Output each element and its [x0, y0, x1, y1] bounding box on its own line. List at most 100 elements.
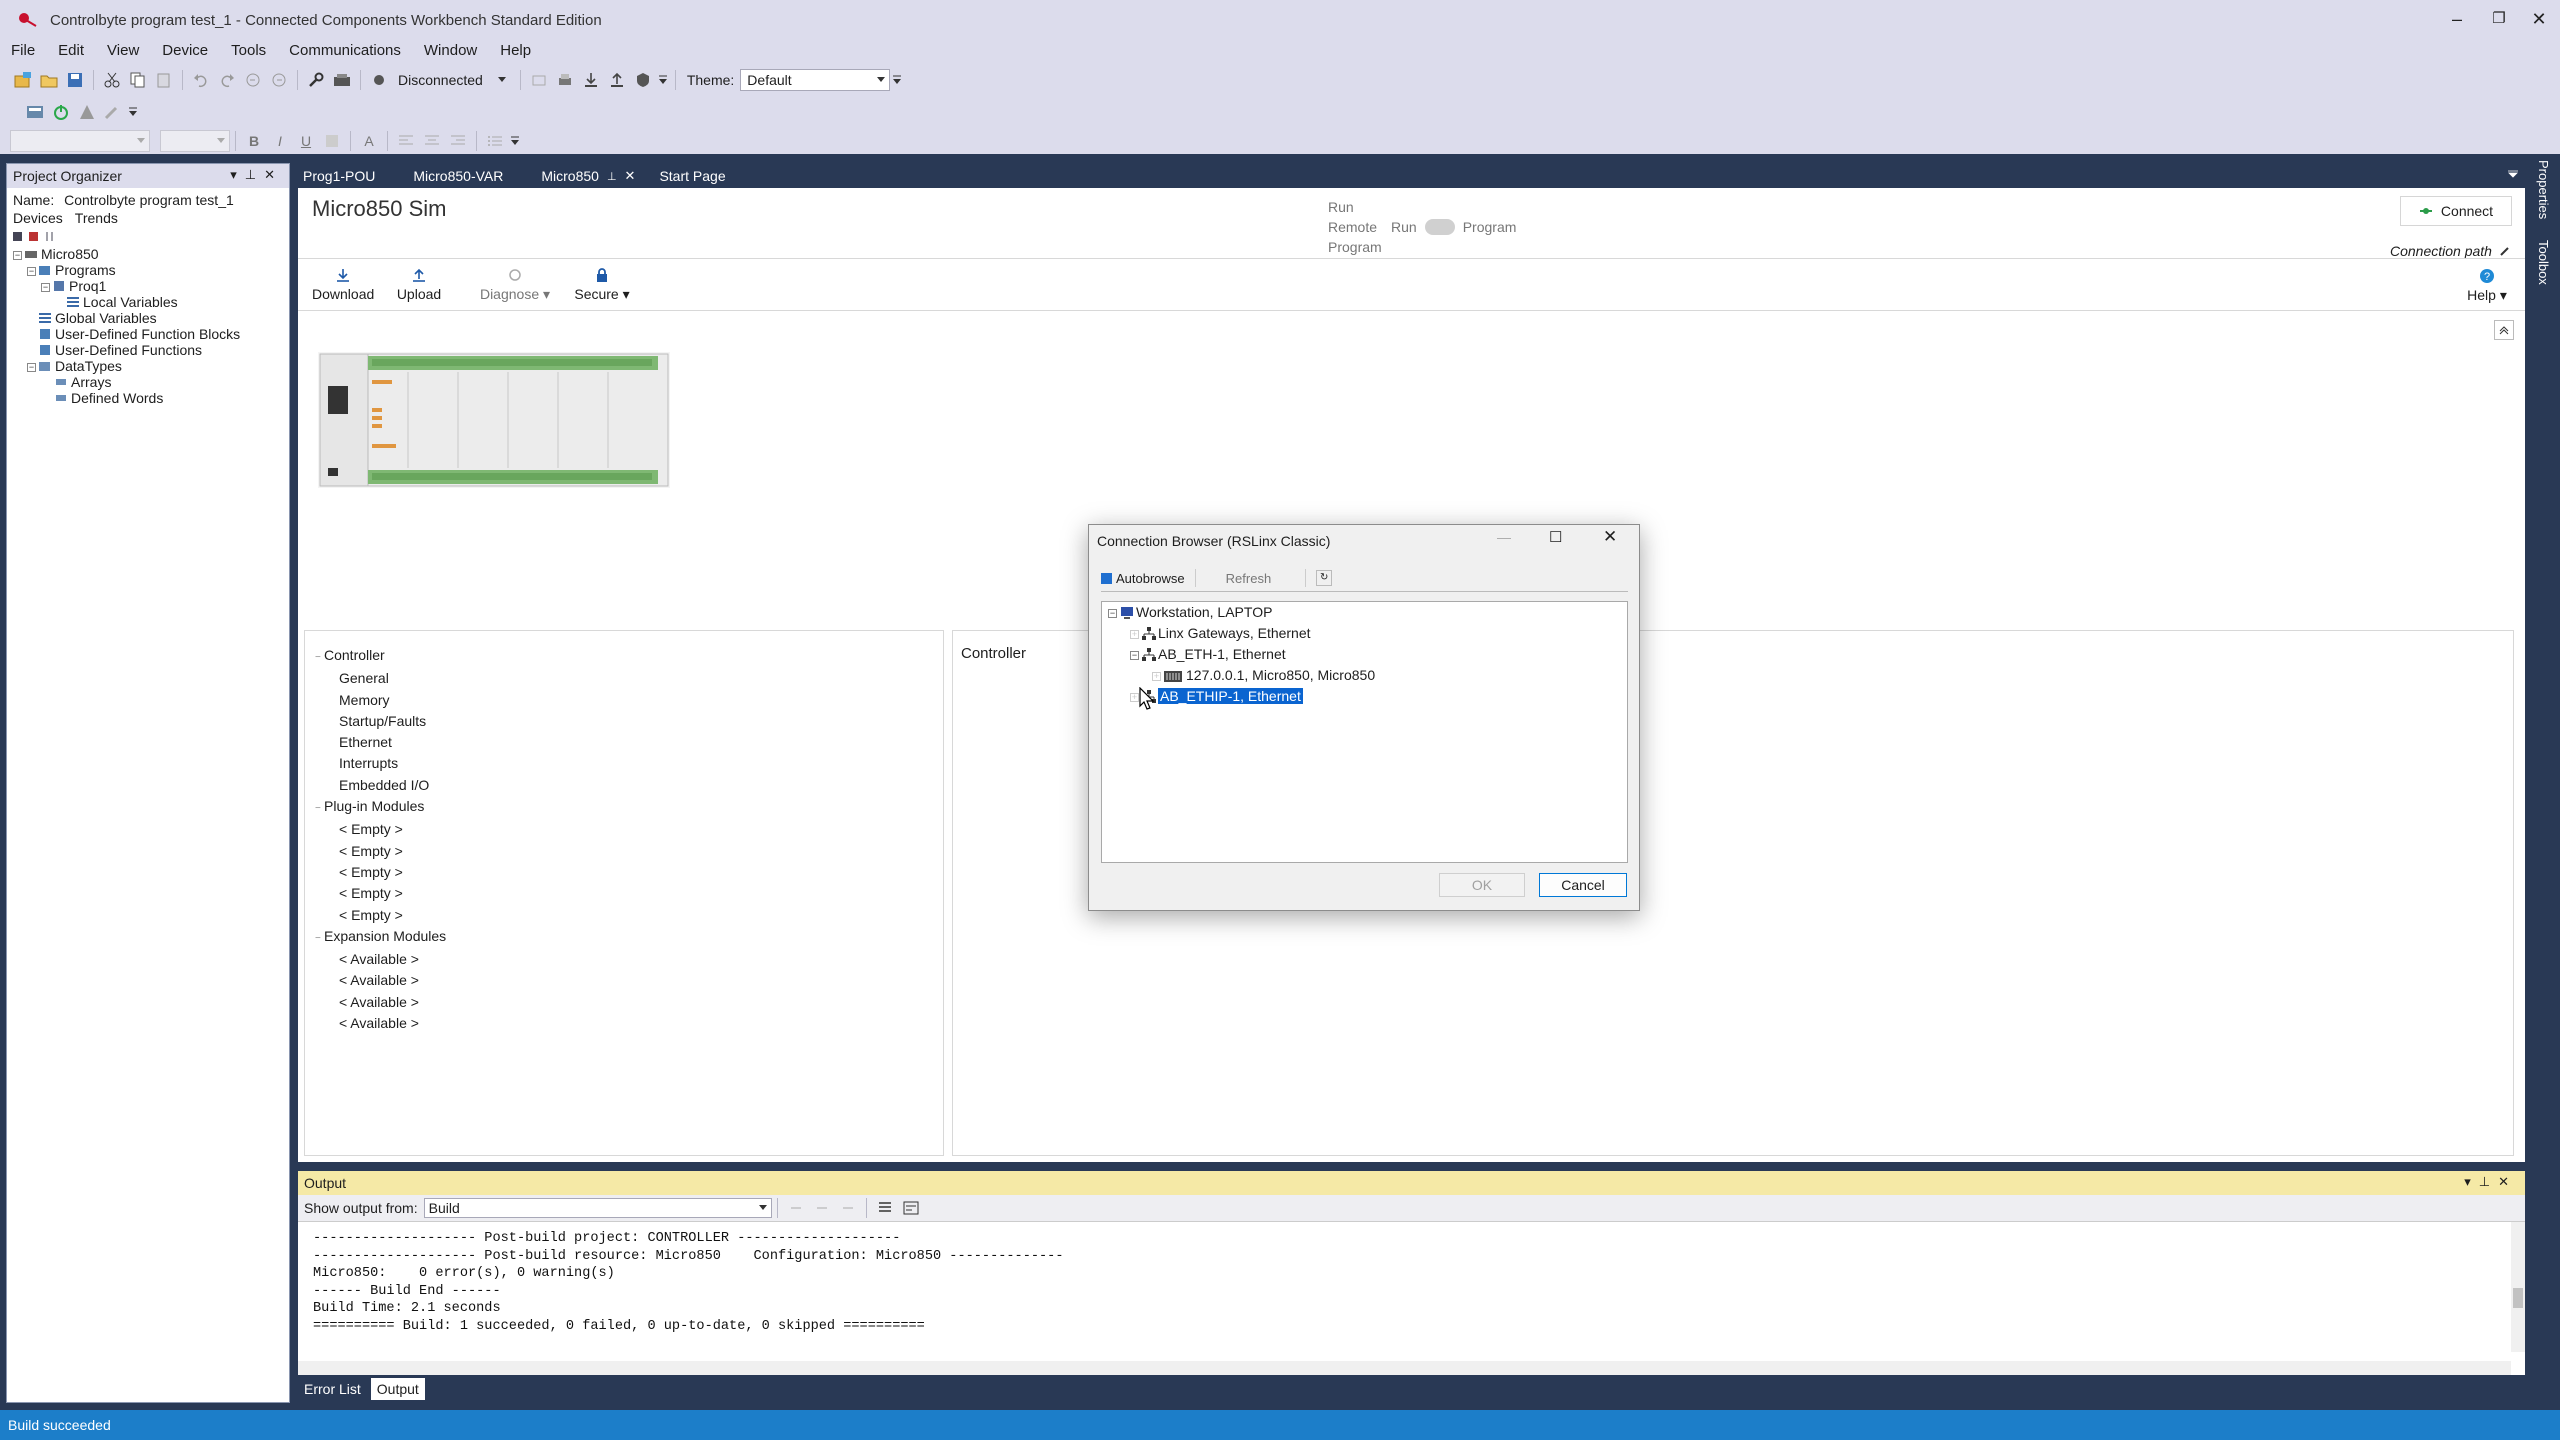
tree-node-ab-eth[interactable]: − AB_ETH-1, Ethernet	[1108, 644, 1375, 665]
expansion-slot[interactable]: < Available >	[315, 992, 943, 1013]
menu-help[interactable]: Help	[489, 38, 543, 63]
panel-menu-icon[interactable]: ▾	[2464, 1174, 2479, 1189]
tab-error-list[interactable]: Error List	[298, 1378, 367, 1400]
connection-status[interactable]: Disconnected	[398, 72, 483, 88]
clear-output-icon[interactable]	[874, 1197, 896, 1219]
tree-node-expansion-modules[interactable]: − Expansion Modules	[315, 926, 943, 949]
toolbar-overflow-icon[interactable]	[658, 69, 668, 91]
copy-icon[interactable]	[127, 69, 149, 91]
toolbar-overflow-icon[interactable]	[128, 101, 138, 123]
upload-icon[interactable]	[606, 69, 628, 91]
connection-dropdown-icon[interactable]	[491, 69, 513, 91]
wrench-icon[interactable]	[305, 69, 327, 91]
refresh-icon[interactable]: ↻	[1316, 570, 1333, 586]
controller-ethernet[interactable]: Ethernet	[315, 732, 943, 753]
tab-start-page[interactable]: Start Page	[651, 164, 733, 188]
controller-embedded-io[interactable]: Embedded I/O	[315, 775, 943, 796]
controller-startup-faults[interactable]: Startup/Faults	[315, 711, 943, 732]
tab-micro850-var[interactable]: Micro850-VAR	[405, 164, 511, 188]
controller-interrupts[interactable]: Interrupts	[315, 753, 943, 774]
cancel-button[interactable]: Cancel	[1539, 873, 1627, 897]
tree-node-programs[interactable]: − Programs	[13, 262, 289, 278]
restore-button[interactable]: ❐	[2484, 6, 2514, 32]
upload-button[interactable]: Upload	[394, 268, 444, 302]
expand-all-icon[interactable]	[13, 232, 23, 242]
dialog-close-button[interactable]: ✕	[1603, 527, 1617, 547]
print-icon[interactable]	[554, 69, 576, 91]
connect-button[interactable]: Connect	[2400, 196, 2512, 226]
power-icon[interactable]	[50, 101, 72, 123]
controller-general[interactable]: General	[315, 668, 943, 689]
tab-micro850[interactable]: Micro850 ⊥ ✕	[533, 164, 644, 188]
toolbar-overflow-icon[interactable]	[892, 69, 902, 91]
cut-icon[interactable]	[101, 69, 123, 91]
output-source-select[interactable]: Build	[423, 1198, 772, 1218]
expansion-slot[interactable]: < Available >	[315, 1013, 943, 1034]
tree-node-linx-gateways[interactable]: + Linx Gateways, Ethernet	[1108, 623, 1375, 644]
minimize-button[interactable]: –	[2442, 6, 2472, 32]
secure-shield-icon[interactable]	[632, 69, 654, 91]
plugin-slot[interactable]: < Empty >	[315, 883, 943, 904]
autobrowse-label[interactable]: Autobrowse	[1116, 571, 1185, 586]
tree-node-micro850-device[interactable]: +127.0.0.1, Micro850, Micro850	[1108, 665, 1375, 686]
download-icon[interactable]	[580, 69, 602, 91]
tree-node-plugin-modules[interactable]: − Plug-in Modules	[315, 796, 943, 819]
collapse-all-icon[interactable]	[29, 232, 39, 242]
pin-icon[interactable]: ⊥	[2479, 1174, 2498, 1189]
controller-memory[interactable]: Memory	[315, 690, 943, 711]
build-icon[interactable]	[331, 69, 353, 91]
tab-output[interactable]: Output	[370, 1378, 425, 1400]
plugin-slot[interactable]: < Empty >	[315, 841, 943, 862]
menu-tools[interactable]: Tools	[220, 38, 278, 63]
save-icon[interactable]	[64, 69, 86, 91]
connection-path[interactable]: Connection path	[2390, 243, 2510, 259]
output-horizontal-scrollbar[interactable]	[298, 1361, 2511, 1375]
dialog-maximize-button[interactable]: ☐	[1549, 528, 1562, 546]
tree-node-datatypes[interactable]: − DataTypes	[13, 358, 289, 374]
tab-trends[interactable]: Trends	[75, 210, 118, 226]
close-button[interactable]: ✕	[2524, 6, 2554, 32]
device-config-icon[interactable]	[24, 101, 46, 123]
plugin-slot[interactable]: < Empty >	[315, 905, 943, 926]
tab-prog1-pou[interactable]: Prog1-POU	[295, 164, 383, 188]
toolbox-tab[interactable]: Toolbox	[2536, 240, 2551, 285]
tab-pin-icon[interactable]: ⊥	[607, 170, 617, 183]
new-project-icon[interactable]	[12, 69, 34, 91]
menu-view[interactable]: View	[96, 38, 151, 63]
properties-tab[interactable]: Properties	[2536, 160, 2551, 219]
edit-pencil-icon[interactable]	[2500, 246, 2510, 256]
plugin-slot[interactable]: < Empty >	[315, 862, 943, 883]
menu-window[interactable]: Window	[413, 38, 489, 63]
collapse-up-icon[interactable]	[2494, 320, 2514, 340]
tree-node-prog1[interactable]: − Proq1	[13, 278, 289, 294]
sort-icon[interactable]	[45, 232, 55, 242]
tree-node-defined-words[interactable]: Defined Words	[13, 390, 289, 406]
pin-icon[interactable]: ⊥	[245, 167, 264, 182]
expansion-slot[interactable]: < Available >	[315, 949, 943, 970]
tree-node-local-variables[interactable]: Local Variables	[13, 294, 289, 310]
theme-select[interactable]: Default	[740, 69, 891, 91]
controller-image[interactable]	[318, 352, 670, 488]
tree-node-global-variables[interactable]: Global Variables	[13, 310, 289, 326]
panel-close-icon[interactable]: ✕	[264, 167, 283, 182]
tree-node-workstation[interactable]: − Workstation, LAPTOP	[1108, 602, 1375, 623]
tree-node-micro850[interactable]: − Micro850	[13, 246, 289, 262]
secure-button[interactable]: Secure ▾	[574, 268, 630, 303]
menu-edit[interactable]: Edit	[47, 38, 96, 63]
download-button[interactable]: Download	[312, 268, 374, 302]
tree-node-udf[interactable]: User-Defined Functions	[13, 342, 289, 358]
tab-list-dropdown-icon[interactable]	[2508, 170, 2518, 178]
tab-devices[interactable]: Devices	[13, 210, 63, 226]
menu-communications[interactable]: Communications	[278, 38, 413, 63]
panel-menu-icon[interactable]: ▾	[230, 167, 245, 182]
plugin-slot[interactable]: < Empty >	[315, 819, 943, 840]
menu-device[interactable]: Device	[151, 38, 220, 63]
autobrowse-checkbox[interactable]	[1101, 572, 1112, 584]
tree-node-arrays[interactable]: Arrays	[13, 374, 289, 390]
open-project-icon[interactable]	[38, 69, 60, 91]
tree-node-udfb[interactable]: User-Defined Function Blocks	[13, 326, 289, 342]
expansion-slot[interactable]: < Available >	[315, 970, 943, 991]
toolbar-overflow-icon[interactable]	[510, 130, 520, 152]
word-wrap-icon[interactable]	[900, 1197, 922, 1219]
tab-close-icon[interactable]: ✕	[625, 168, 636, 184]
